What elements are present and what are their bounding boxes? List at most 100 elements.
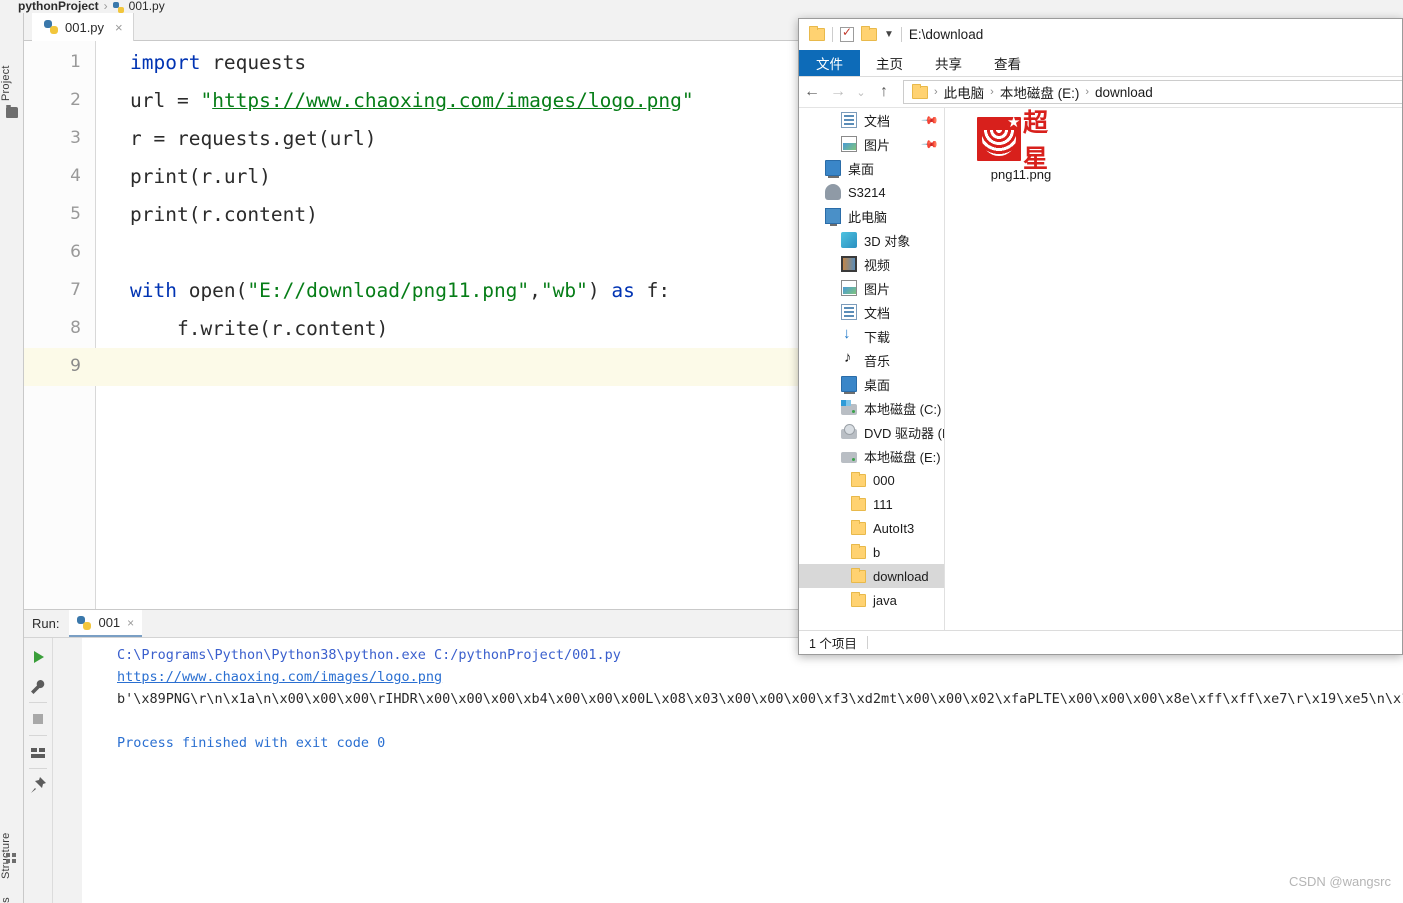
line-number: 9 — [70, 356, 81, 376]
picture-icon — [841, 280, 857, 296]
tree-item-download[interactable]: download — [799, 564, 944, 588]
tree-item-[interactable]: 此电脑 — [799, 204, 944, 228]
close-icon[interactable]: × — [115, 20, 123, 35]
tree-item-s3214[interactable]: S3214 — [799, 180, 944, 204]
code-line[interactable]: with open("E://download/png11.png","wb")… — [130, 272, 670, 310]
music-icon — [841, 349, 857, 368]
file-list-pane[interactable]: 超星 png11.png — [944, 108, 1402, 632]
tree-item-e[interactable]: 本地磁盘 (E:) — [799, 444, 944, 468]
sidebar-item-structure[interactable]: Structure — [0, 803, 24, 879]
code-line[interactable]: import requests — [130, 44, 306, 82]
line-number: 5 — [70, 204, 81, 224]
code-token: "E://download/png11.png" — [247, 279, 530, 302]
close-icon[interactable]: × — [127, 616, 134, 630]
pin-icon[interactable]: 📌 — [921, 135, 940, 154]
3d-object-icon — [841, 232, 857, 248]
code-line[interactable]: f.write(r.content) — [130, 310, 388, 348]
wrench-icon[interactable] — [27, 676, 49, 698]
tree-item-label: S3214 — [848, 184, 886, 200]
breadcrumb-project[interactable]: pythonProject — [18, 0, 99, 13]
breadcrumb-download[interactable]: download — [1095, 85, 1153, 100]
system-drive-icon — [841, 400, 857, 415]
folder-icon[interactable] — [861, 26, 877, 41]
tree-item-[interactable]: 桌面 — [799, 372, 944, 396]
tab-001-py[interactable]: 001.py × — [32, 13, 134, 41]
document-icon — [841, 304, 857, 320]
code-line[interactable]: url = "https://www.chaoxing.com/images/l… — [130, 82, 694, 120]
run-toolbar-left — [24, 638, 52, 903]
breadcrumb-file[interactable]: 001.py — [129, 0, 165, 13]
desktop-icon — [825, 160, 841, 178]
properties-icon[interactable] — [840, 25, 854, 42]
ribbon-tab-share[interactable]: 共享 — [919, 50, 978, 76]
console-output[interactable]: C:\Programs\Python\Python38\python.exe C… — [83, 638, 1403, 903]
code-line[interactable]: print(r.content) — [130, 196, 318, 234]
screen-root: pythonProject › 001.py Project Structure… — [0, 0, 1403, 903]
run-icon[interactable] — [27, 646, 49, 668]
pin-icon[interactable] — [27, 774, 49, 796]
tree-item-dvdd[interactable]: DVD 驱动器 (D — [799, 420, 944, 444]
ribbon-tab-home[interactable]: 主页 — [860, 50, 919, 76]
download-icon — [841, 325, 857, 344]
console-line[interactable]: https://www.chaoxing.com/images/logo.png — [117, 666, 1403, 688]
code-token: f: — [646, 279, 671, 302]
tree-item-[interactable]: 视频 — [799, 252, 944, 276]
chevron-down-icon[interactable]: ▼ — [884, 29, 894, 40]
file-thumbnail: 超星 — [975, 108, 1067, 173]
tree-item-000[interactable]: 000 — [799, 468, 944, 492]
python-file-icon — [44, 20, 58, 34]
code-line[interactable]: print(r.url) — [130, 158, 271, 196]
tree-item-c[interactable]: 本地磁盘 (C:) — [799, 396, 944, 420]
folder-icon — [851, 472, 866, 487]
tree-item-java[interactable]: java — [799, 588, 944, 612]
tree-item-label: java — [873, 592, 897, 608]
back-button[interactable]: ← — [799, 83, 825, 101]
navigation-pane[interactable]: 文档📌图片📌桌面S3214此电脑3D 对象视频图片文档下载音乐桌面本地磁盘 (C… — [799, 108, 944, 632]
stop-icon[interactable] — [27, 708, 49, 730]
sidebar-item-bookmarks[interactable]: …kmarks — [0, 885, 24, 903]
ribbon-tab-file[interactable]: 文件 — [799, 50, 860, 76]
code-token: https://www.chaoxing.com/images/logo.png — [212, 89, 682, 112]
tree-item-label: AutoIt3 — [873, 520, 915, 536]
tree-item-label: 下载 — [864, 329, 891, 345]
ribbon-tab-view[interactable]: 查看 — [978, 50, 1037, 76]
ide-left-rail: Project Structure …kmarks — [0, 13, 24, 903]
tree-item-[interactable]: 文档 — [799, 300, 944, 324]
tree-item-[interactable]: 桌面 — [799, 156, 944, 180]
tree-item-[interactable]: 文档 📌 — [799, 108, 944, 132]
line-number: 2 — [70, 90, 81, 110]
tree-item-autoit3[interactable]: AutoIt3 — [799, 516, 944, 540]
file-item[interactable]: 超星 png11.png — [965, 108, 1077, 182]
breadcrumb-drive-e[interactable]: 本地磁盘 (E:) — [1000, 82, 1080, 102]
up-button[interactable]: ↑ — [871, 83, 897, 101]
code-token: print(r.content) — [130, 203, 318, 226]
code-token: print(r.url) — [130, 165, 271, 188]
tree-item-[interactable]: 音乐 — [799, 348, 944, 372]
folder-icon — [851, 544, 866, 559]
tree-item-label: 111 — [873, 496, 893, 512]
sidebar-item-project[interactable]: Project — [0, 31, 24, 101]
file-name-label: png11.png — [990, 167, 1052, 182]
explorer-titlebar: ▼ E:\download — [799, 19, 1402, 50]
line-number: 1 — [70, 52, 81, 72]
tree-item-[interactable]: 图片 — [799, 276, 944, 300]
breadcrumb-this-pc[interactable]: 此电脑 — [944, 82, 985, 102]
tree-item-label: 文档 — [864, 113, 891, 129]
pin-icon[interactable]: 📌 — [921, 111, 940, 130]
address-input[interactable]: › 此电脑 › 本地磁盘 (E:) › download — [903, 80, 1402, 104]
tree-item-b[interactable]: b — [799, 540, 944, 564]
python-file-icon — [112, 2, 124, 13]
tree-item-[interactable]: 下载 — [799, 324, 944, 348]
layout-icon[interactable] — [27, 741, 49, 763]
folder-icon — [6, 105, 18, 118]
forward-button[interactable]: → — [825, 83, 851, 101]
run-tab-001[interactable]: 001 × — [69, 610, 143, 637]
tree-item-3d[interactable]: 3D 对象 — [799, 228, 944, 252]
code-line[interactable]: r = requests.get(url) — [130, 120, 377, 158]
recent-locations-button[interactable]: ⌄ — [851, 86, 871, 99]
line-number: 8 — [70, 318, 81, 338]
tree-item-label: 图片 — [864, 137, 891, 153]
tree-item-111[interactable]: 111 — [799, 492, 944, 516]
tree-item-[interactable]: 图片 📌 — [799, 132, 944, 156]
tab-label: 001.py — [65, 19, 105, 35]
